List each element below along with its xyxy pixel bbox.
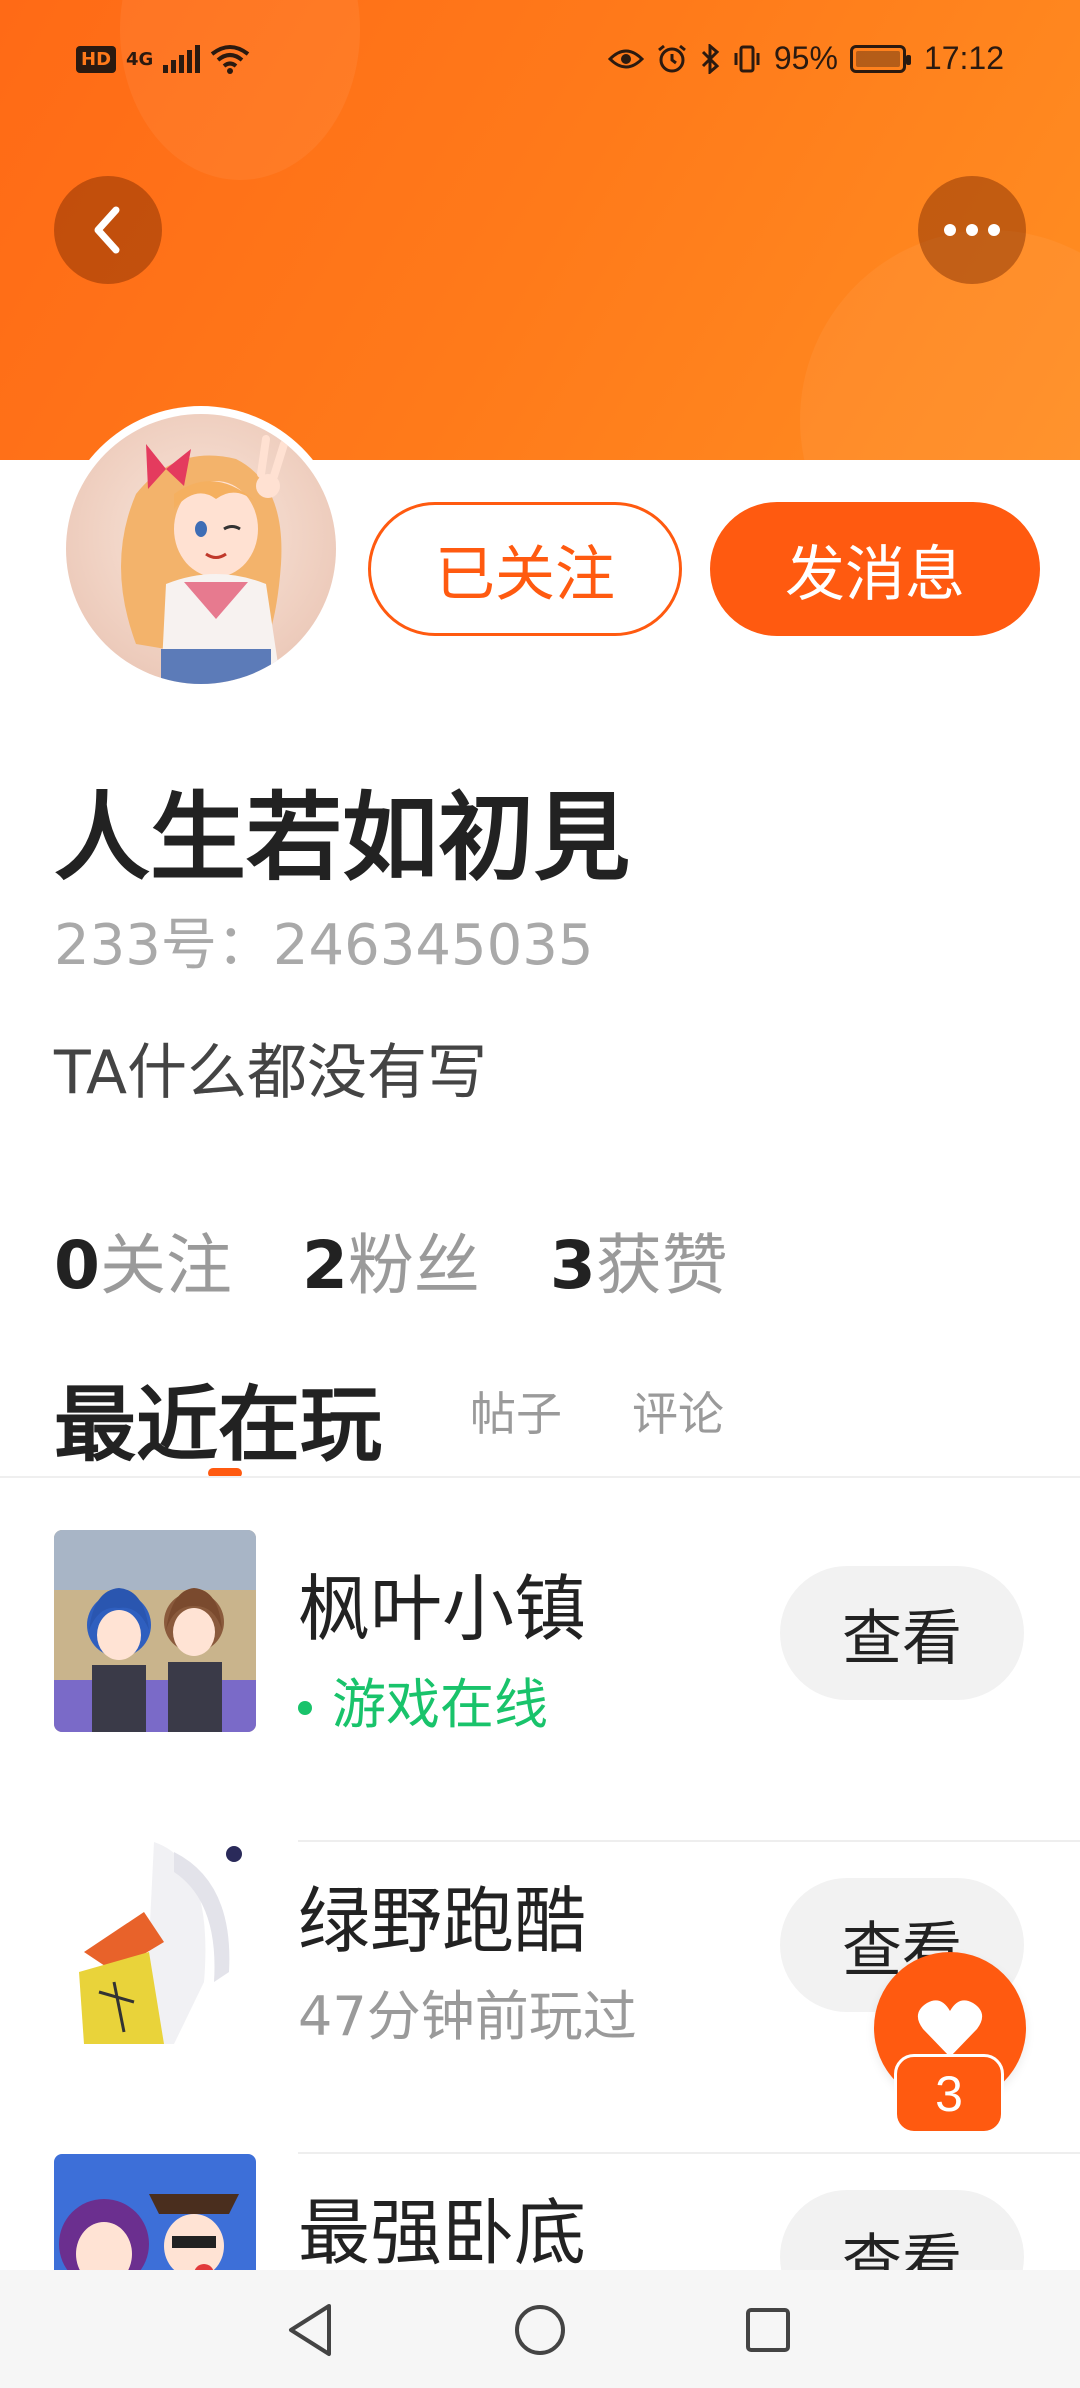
- user-id: 233号：246345035: [54, 913, 594, 978]
- user-bio: TA什么都没有写: [54, 1038, 488, 1108]
- more-dots-icon: [944, 224, 1000, 236]
- heart-icon: [917, 2000, 983, 2057]
- divider: [0, 1476, 1080, 1478]
- bluetooth-icon: [701, 43, 720, 74]
- tab-recently-played[interactable]: 最近在玩: [54, 1358, 382, 1477]
- system-nav-bar: [0, 2270, 1080, 2388]
- hd-badge: HD: [76, 45, 117, 73]
- square-recents-icon: [746, 2308, 790, 2352]
- view-button[interactable]: 查看: [780, 1566, 1024, 1700]
- game-title: 最强卧底: [298, 2191, 587, 2275]
- tab-comments[interactable]: 评论: [632, 1378, 724, 1444]
- status-right: 95% 17:12: [607, 40, 1004, 77]
- followed-button[interactable]: 已关注: [368, 502, 682, 636]
- triangle-back-icon: [289, 2304, 331, 2356]
- profile-stats: 0关注 2粉丝 3获赞: [54, 1212, 728, 1308]
- back-button[interactable]: [54, 176, 162, 284]
- status-bar: HD 4G 95% 17:12: [0, 0, 1080, 130]
- game-status-text: 游戏在线: [332, 1673, 548, 1736]
- vibrate-icon: [734, 45, 760, 72]
- stat-number: 0: [54, 1227, 100, 1304]
- profile-header-banner: HD 4G 95% 17:12: [0, 0, 1080, 460]
- clock: 17:12: [923, 40, 1004, 76]
- nav-back-button[interactable]: [270, 2290, 350, 2370]
- nav-home-button[interactable]: [500, 2290, 580, 2370]
- online-dot-icon: [298, 1701, 312, 1716]
- stat-likes[interactable]: 3获赞: [550, 1212, 728, 1308]
- username: 人生若如初見: [54, 782, 630, 894]
- send-message-button[interactable]: 发消息: [710, 502, 1040, 636]
- battery-percent: 95%: [773, 40, 838, 76]
- stat-following[interactable]: 0关注: [54, 1212, 232, 1308]
- signal-icon: [163, 45, 201, 73]
- tab-posts[interactable]: 帖子: [470, 1378, 562, 1444]
- list-item[interactable]: 枫叶小镇 游戏在线 查看: [0, 1530, 1080, 1842]
- battery-icon: [849, 44, 911, 73]
- alarm-icon: [657, 44, 686, 72]
- game-title: 绿野跑酷: [298, 1879, 587, 1963]
- avatar-image: [66, 414, 336, 684]
- more-button[interactable]: [918, 176, 1026, 284]
- chevron-left-icon: [94, 206, 120, 254]
- status-left: HD 4G: [76, 44, 250, 74]
- nav-recents-button[interactable]: [728, 2290, 808, 2370]
- wifi-icon: [211, 45, 250, 74]
- stat-number: 2: [301, 1227, 348, 1304]
- game-thumbnail[interactable]: [54, 1530, 256, 1732]
- avatar[interactable]: [58, 406, 344, 692]
- network-type: 4G: [126, 48, 154, 70]
- circle-home-icon: [515, 2305, 565, 2355]
- profile-tabs: 最近在玩 帖子 评论: [54, 1358, 1054, 1478]
- game-status: 游戏在线: [298, 1660, 548, 1739]
- game-title: 枫叶小镇: [298, 1567, 587, 1651]
- stat-label: 关注: [99, 1227, 232, 1304]
- stat-label: 获赞: [595, 1227, 728, 1304]
- stat-followers[interactable]: 2粉丝: [302, 1212, 480, 1308]
- game-thumbnail[interactable]: [54, 1842, 256, 2044]
- eye-icon: [607, 49, 644, 68]
- like-count-badge: 3: [894, 2054, 1004, 2134]
- stat-label: 粉丝: [347, 1227, 480, 1304]
- stat-number: 3: [549, 1227, 596, 1304]
- game-status: 47分钟前玩过: [298, 1985, 637, 2048]
